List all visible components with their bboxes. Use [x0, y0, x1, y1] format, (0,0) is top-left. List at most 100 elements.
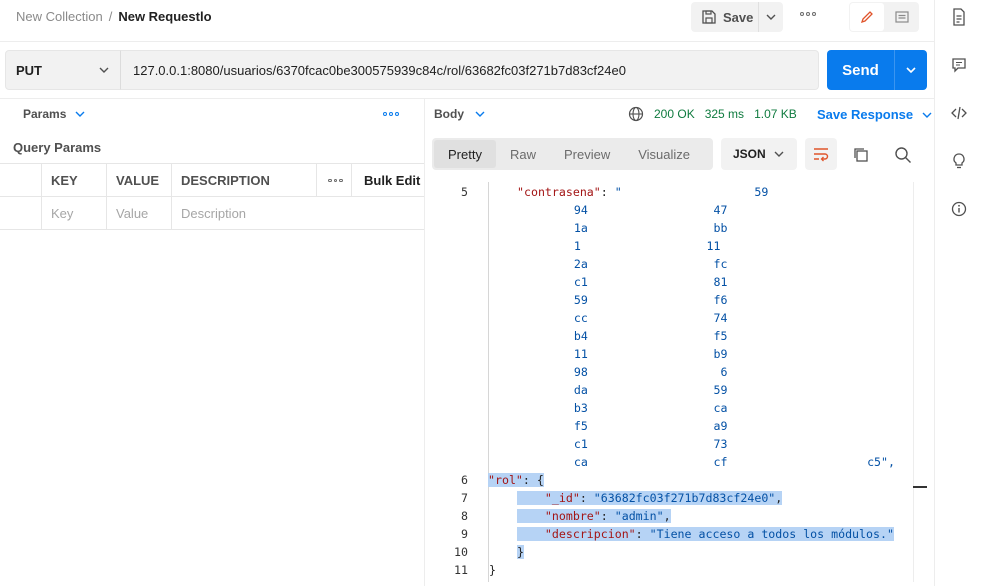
wrap-lines-icon	[814, 148, 829, 162]
code-token: "	[614, 185, 622, 199]
key-input[interactable]: Key	[41, 197, 107, 230]
more-options-icon[interactable]	[800, 12, 816, 16]
save-dropdown-button[interactable]	[759, 2, 783, 32]
chevron-down-icon	[766, 14, 776, 20]
bulk-edit-button[interactable]: Bulk Edit	[351, 164, 424, 197]
response-body-tab[interactable]: Body	[434, 107, 486, 121]
format-value: JSON	[733, 147, 766, 161]
chevron-down-icon	[774, 151, 784, 157]
method-select[interactable]: PUT	[5, 50, 121, 90]
chevron-down-icon	[99, 67, 109, 73]
tab-visualize[interactable]: Visualize	[624, 140, 704, 168]
copy-icon[interactable]	[852, 146, 870, 167]
line-number: 6	[461, 473, 468, 487]
save-response-label: Save Response	[817, 107, 914, 122]
code-token: "Tiene acceso a todos los módulos."	[649, 527, 894, 541]
comments-icon[interactable]	[945, 53, 973, 77]
breadcrumb: New Collection / New Requestlo	[16, 9, 212, 24]
breadcrumb-collection[interactable]: New Collection	[16, 9, 103, 24]
pane-divider[interactable]	[424, 98, 425, 586]
code-token: "63682fc03f271b7d83cf24e0"	[593, 491, 776, 505]
response-size[interactable]: 1.07 KB	[754, 107, 797, 121]
code-token: 94 47	[546, 203, 728, 217]
code-line[interactable]: "contrasena": " 59	[517, 185, 768, 199]
tab-raw[interactable]: Raw	[496, 140, 550, 168]
code-line[interactable]: 98 6	[546, 365, 728, 379]
info-icon[interactable]	[945, 197, 973, 221]
code-token: 98 6	[546, 365, 728, 379]
code-line[interactable]: }	[489, 563, 496, 577]
status-code[interactable]: 200 OK	[654, 107, 695, 121]
chevron-down-icon	[922, 112, 932, 118]
code-line[interactable]: cc 74	[546, 311, 728, 325]
section-divider	[0, 98, 935, 99]
code-line[interactable]: c1 73	[546, 437, 728, 451]
table-row: Key Value Description	[0, 196, 424, 230]
code-line[interactable]: f5 a9	[546, 419, 728, 433]
code-token: "contrasena"	[517, 185, 601, 199]
code-icon[interactable]	[945, 101, 973, 125]
params-more-icon[interactable]	[383, 112, 399, 116]
lightbulb-icon[interactable]	[945, 149, 973, 173]
tab-pretty[interactable]: Pretty	[434, 140, 496, 168]
table-bottom-border	[0, 229, 424, 230]
code-line[interactable]: "rol": {	[488, 473, 544, 487]
code-line[interactable]: ca cf c5",	[546, 455, 895, 469]
response-status-bar: 200 OK 325 ms 1.07 KB	[628, 106, 797, 122]
breadcrumb-separator: /	[108, 9, 113, 24]
scrollbar-marker	[913, 486, 927, 488]
globe-icon[interactable]	[628, 106, 644, 122]
send-dropdown-button[interactable]	[895, 50, 927, 90]
column-options-icon[interactable]	[316, 164, 352, 197]
code-scrollbar-track[interactable]	[913, 182, 914, 582]
line-number: 9	[461, 527, 468, 541]
code-line[interactable]: "descripcion": "Tiene acceso a todos los…	[517, 527, 894, 541]
code-line[interactable]: "_id": "63682fc03f271b7d83cf24e0",	[517, 491, 783, 505]
edit-mode-button[interactable]	[850, 3, 884, 31]
code-token: :	[600, 185, 615, 199]
column-description: DESCRIPTION	[171, 164, 317, 197]
value-input[interactable]: Value	[106, 197, 172, 230]
wrap-lines-button[interactable]	[805, 138, 837, 170]
params-tab[interactable]: Params	[23, 107, 86, 121]
documentation-icon[interactable]	[945, 5, 973, 29]
column-value: VALUE	[106, 164, 172, 197]
code-line[interactable]: b3 ca	[546, 401, 728, 415]
code-token: "rol"	[488, 473, 523, 487]
code-line[interactable]: da 59	[546, 383, 728, 397]
code-line[interactable]: 1 11	[546, 239, 721, 253]
description-input[interactable]: Description	[171, 197, 424, 230]
code-line[interactable]: 94 47	[546, 203, 728, 217]
tab-preview[interactable]: Preview	[550, 140, 624, 168]
response-time[interactable]: 325 ms	[705, 107, 744, 121]
query-params-title: Query Params	[13, 140, 102, 155]
code-line[interactable]: c1 81	[546, 275, 728, 289]
code-line[interactable]: "nombre": "admin",	[517, 509, 671, 523]
send-button-group: Send	[827, 50, 927, 90]
code-line[interactable]: b4 f5	[546, 329, 728, 343]
response-view-tabs: Pretty Raw Preview Visualize	[432, 138, 713, 170]
code-line[interactable]: 1a bb	[546, 221, 728, 235]
code-line[interactable]: }	[517, 545, 524, 559]
documentation-mode-button[interactable]	[885, 2, 919, 32]
url-input[interactable]: 127.0.0.1:8080/usuarios/6370fcac0be30057…	[120, 50, 819, 90]
code-token: 59 f6	[546, 293, 728, 307]
code-token: :	[579, 491, 594, 505]
code-token: c1 81	[546, 275, 728, 289]
code-token: ca cf c5",	[546, 455, 896, 469]
code-token: 2a fc	[546, 257, 728, 271]
response-code-editor[interactable]: 5 "contrasena": " 59 94 47 1a bb 1 11 2a …	[432, 182, 913, 586]
format-select[interactable]: JSON	[721, 138, 797, 170]
line-number: 5	[461, 185, 468, 199]
url-value: 127.0.0.1:8080/usuarios/6370fcac0be30057…	[133, 62, 626, 78]
breadcrumb-request[interactable]: New Requestlo	[118, 9, 211, 24]
save-button[interactable]: Save	[691, 2, 759, 32]
code-line[interactable]: 11 b9	[546, 347, 728, 361]
send-button[interactable]: Send	[827, 50, 895, 90]
save-response-button[interactable]: Save Response	[817, 107, 933, 122]
code-line[interactable]: 2a fc	[546, 257, 728, 271]
code-token	[517, 491, 545, 505]
code-line[interactable]: 59 f6	[546, 293, 728, 307]
code-token: c1 73	[546, 437, 728, 451]
search-icon[interactable]	[894, 146, 912, 167]
